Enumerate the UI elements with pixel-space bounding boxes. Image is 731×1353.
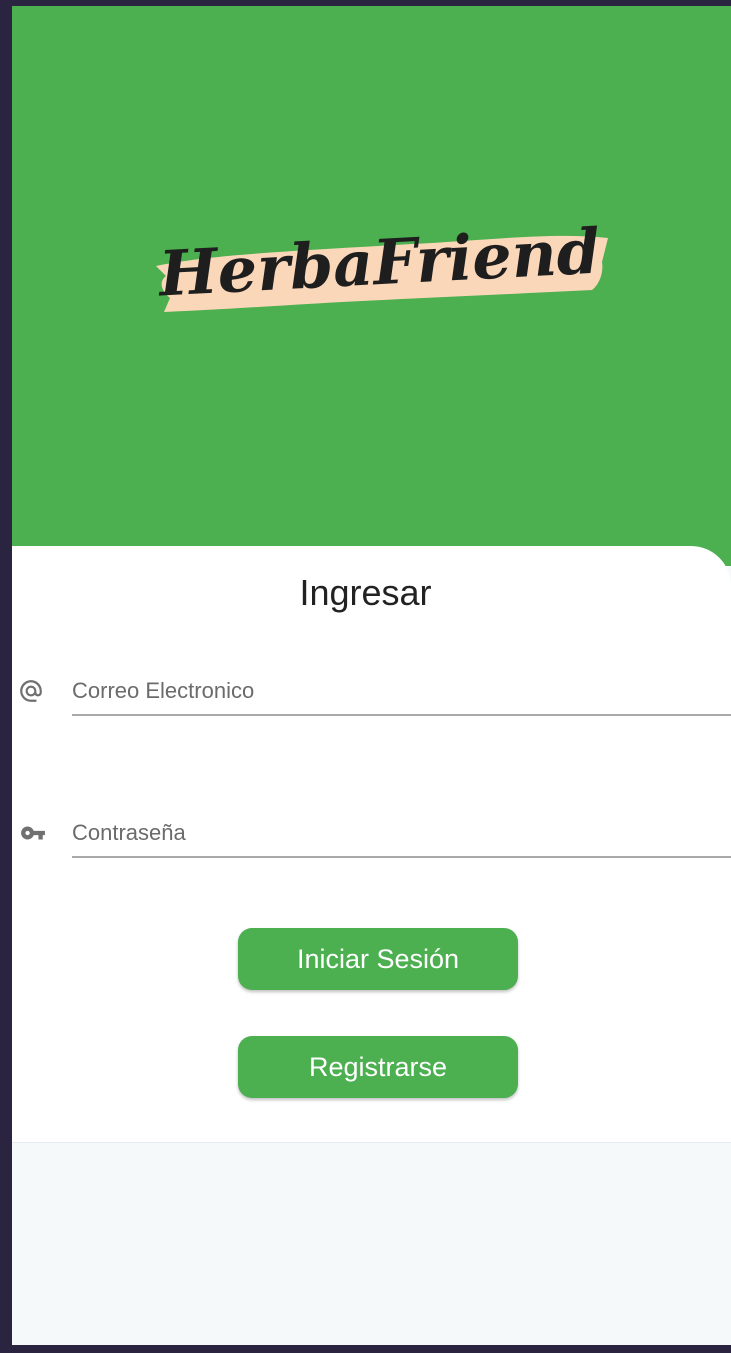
login-button[interactable]: Iniciar Sesión	[238, 928, 518, 990]
email-field	[12, 668, 731, 738]
herbafriend-logo: HerbaFriend	[152, 202, 612, 332]
password-field	[12, 810, 731, 880]
at-icon	[18, 678, 44, 704]
page-title: Ingresar	[299, 572, 432, 613]
header-banner: HerbaFriend	[12, 6, 731, 566]
email-input[interactable]	[72, 668, 731, 716]
app-screen: HerbaFriend Iniciar Sesión Registrarse	[12, 6, 731, 1345]
svg-text:HerbaFriend: HerbaFriend	[155, 215, 601, 311]
key-icon	[18, 820, 45, 846]
register-button[interactable]: Registrarse	[238, 1036, 518, 1098]
password-input[interactable]	[72, 810, 731, 858]
